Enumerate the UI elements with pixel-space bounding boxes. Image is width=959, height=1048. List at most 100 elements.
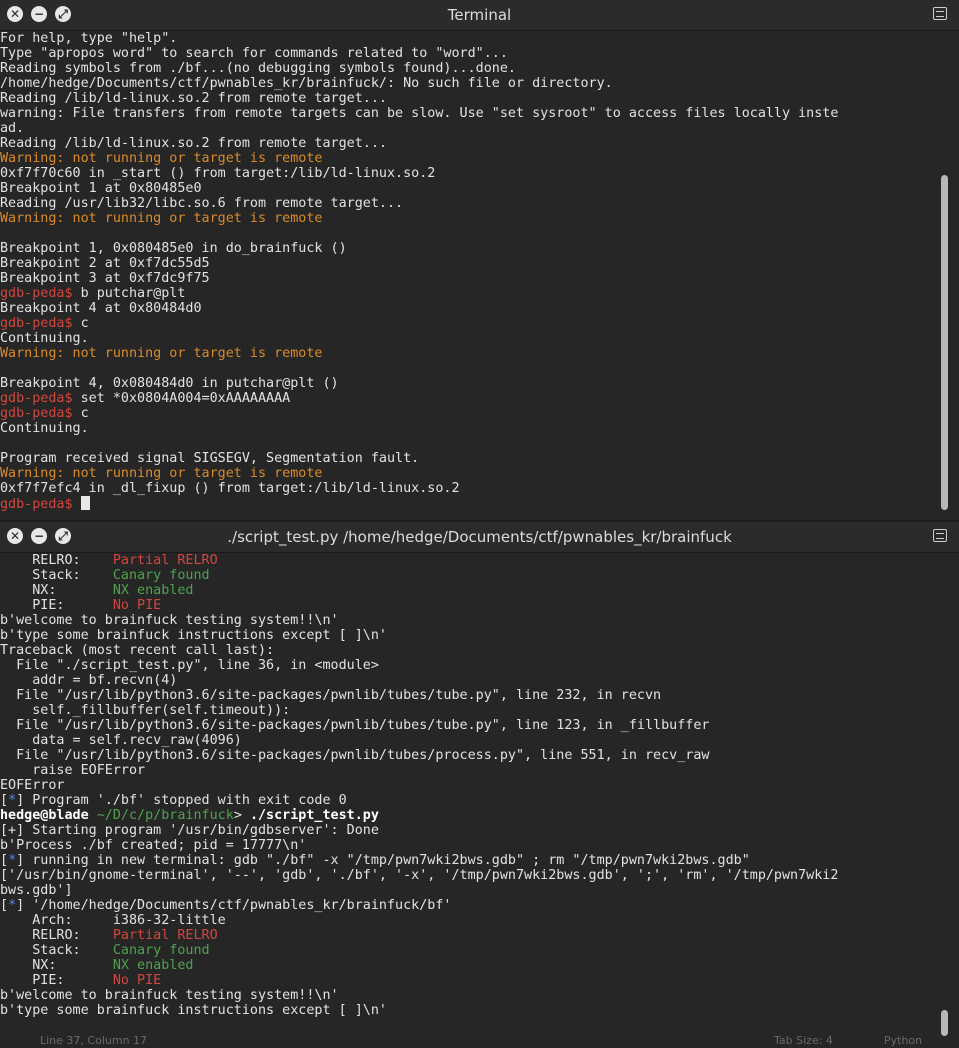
terminal-text: EOFError [0,778,65,793]
terminal-line: Breakpoint 1, 0x080485e0 in do_brainfuck… [0,241,937,256]
terminal-text: Breakpoint 1, 0x080485e0 in do_brainfuck… [0,241,347,256]
terminal-line: Reading /usr/lib32/libc.so.6 from remote… [0,196,937,211]
terminal-line: Reading symbols from ./bf...(no debuggin… [0,61,937,76]
terminal-line: b'Process ./bf created; pid = 17777\n' [0,838,937,853]
terminal-text: Stack: [0,943,113,958]
terminal-line: ad. [0,121,937,136]
terminal-line: Breakpoint 3 at 0xf7dc9f75 [0,271,937,286]
terminal-line: [*] Program './bf' stopped with exit cod… [0,793,937,808]
terminal-line: PIE: No PIE [0,973,937,988]
terminal-line: data = self.recv_raw(4096) [0,733,937,748]
terminal-line: gdb-peda$ c [0,316,937,331]
terminal-line: gdb-peda$ [0,496,937,512]
terminal-text: RELRO: [0,553,113,568]
terminal-text: * [8,793,17,808]
terminal-text: Breakpoint 2 at 0xf7dc55d5 [0,256,210,271]
terminal-line: bws.gdb'] [0,883,937,898]
terminal-line: gdb-peda$ set *0x0804A004=0xAAAAAAAA [0,391,937,406]
status-bar: Line 37, Column 17 Tab Size: 4 Python [0,1034,959,1048]
scrollbar[interactable] [941,175,948,510]
terminal-text: > [233,808,250,823]
terminal-line: Type "apropos word" to search for comman… [0,46,937,61]
terminal-line: Warning: not running or target is remote [0,466,937,481]
terminal-line: [+] Starting program '/usr/bin/gdbserver… [0,823,937,838]
terminal-window-script[interactable]: ✕ − ⤢ ./script_test.py /home/hedge/Docum… [0,522,959,1048]
terminal-text: Warning: not running or target is remote [0,346,323,361]
terminal-text: bws.gdb'] [0,883,73,898]
terminal-line: b'welcome to brainfuck testing system!!\… [0,613,937,628]
terminal-text: Reading /lib/ld-linux.so.2 from remote t… [0,91,387,106]
terminal-text: * [8,853,17,868]
terminal-text: ['/usr/bin/gnome-terminal', '--', 'gdb',… [0,868,839,883]
terminal-line: [*] '/home/hedge/Documents/ctf/pwnables_… [0,898,937,913]
terminal-text: File "/usr/lib/python3.6/site-packages/p… [0,688,662,703]
menu-icon[interactable] [933,7,947,20]
terminal-text: Canary found [112,943,210,958]
terminal-line: Stack: Canary found [0,568,937,583]
terminal-text: Stack: [0,568,113,583]
terminal-text: addr = bf.recvn(4) [0,673,178,688]
terminal-text: b'Process ./bf created; pid = 17777\n' [0,838,307,853]
terminal-output[interactable]: For help, type "help". Type "apropos word… [0,31,937,520]
terminal-text: Continuing. [0,421,89,436]
terminal-text: NX enabled [112,583,194,598]
terminal-text: b'welcome to brainfuck testing system!!\… [0,988,339,1003]
terminal-line: NX: NX enabled [0,958,937,973]
terminal-line: EOFError [0,778,937,793]
terminal-line: RELRO: Partial RELRO [0,553,937,568]
terminal-line: File "/usr/lib/python3.6/site-packages/p… [0,748,937,763]
terminal-text: For help, type "help". [0,31,178,46]
terminal-text: data = self.recv_raw(4096) [0,733,242,748]
terminal-output[interactable]: RELRO: Partial RELRO Stack: Canary found… [0,553,937,1048]
terminal-line: Breakpoint 4, 0x080484d0 in putchar@plt … [0,376,937,391]
terminal-window-gdb[interactable]: ✕ − ⤢ Terminal For help, type "help". Typ… [0,0,959,520]
terminal-text: b'type some brainfuck instructions excep… [0,1003,387,1018]
terminal-line: File "./script_test.py", line 36, in <mo… [0,658,937,673]
terminal-text: NX: [0,583,113,598]
terminal-line: Traceback (most recent call last): [0,643,937,658]
terminal-text: gdb-peda$ [0,406,81,421]
terminal-text: Type "apropos word" to search for comman… [0,46,508,61]
terminal-text: warning: File transfers from remote targ… [0,106,839,121]
terminal-text: RELRO: [0,928,113,943]
terminal-text: Partial RELRO [112,553,218,568]
terminal-text: Partial RELRO [112,928,218,943]
terminal-text: 0xf7f70c60 in _start () from target:/lib… [0,166,436,181]
terminal-text: c [80,316,89,331]
terminal-text: PIE: [0,973,113,988]
terminal-line: 0xf7f70c60 in _start () from target:/lib… [0,166,937,181]
terminal-text: NX enabled [112,958,194,973]
terminal-text: File "/usr/lib/python3.6/site-packages/p… [0,748,710,763]
terminal-text: [+] Starting program '/usr/bin/gdbserver… [0,823,379,838]
terminal-text: b putchar@plt [80,286,186,301]
terminal-text: Breakpoint 4, 0x080484d0 in putchar@plt … [0,376,339,391]
terminal-text: [ [0,898,9,913]
terminal-text: gdb-peda$ [0,286,81,301]
terminal-line: Continuing. [0,331,937,346]
terminal-text: PIE: [0,598,113,613]
title-bar[interactable]: ✕ − ⤢ Terminal [0,0,959,31]
terminal-line: Program received signal SIGSEGV, Segment… [0,451,937,466]
terminal-line: Breakpoint 1 at 0x80485e0 [0,181,937,196]
terminal-line: ['/usr/bin/gnome-terminal', '--', 'gdb',… [0,868,937,883]
terminal-line: Reading /lib/ld-linux.so.2 from remote t… [0,91,937,106]
terminal-text: set *0x0804A004=0xAAAAAAAA [80,391,291,406]
terminal-line: Warning: not running or target is remote [0,211,937,226]
title-bar[interactable]: ✕ − ⤢ ./script_test.py /home/hedge/Docum… [0,522,959,553]
language-mode: Python [884,1034,923,1047]
terminal-line: Stack: Canary found [0,943,937,958]
terminal-line: For help, type "help". [0,31,937,46]
text-cursor [80,496,90,510]
terminal-line: warning: File transfers from remote targ… [0,106,937,121]
terminal-text: Arch: i386-32-little [0,913,226,928]
terminal-text: 0xf7f7efc4 in _dl_fixup () from target:/… [0,481,460,496]
menu-icon[interactable] [933,529,947,542]
terminal-line: Warning: not running or target is remote [0,151,937,166]
terminal-text: gdb-peda$ [0,497,81,512]
terminal-text: Canary found [112,568,210,583]
terminal-line: Breakpoint 2 at 0xf7dc55d5 [0,256,937,271]
terminal-text: c [80,406,89,421]
terminal-line: NX: NX enabled [0,583,937,598]
scrollbar[interactable] [941,1010,948,1036]
terminal-line: gdb-peda$ b putchar@plt [0,286,937,301]
